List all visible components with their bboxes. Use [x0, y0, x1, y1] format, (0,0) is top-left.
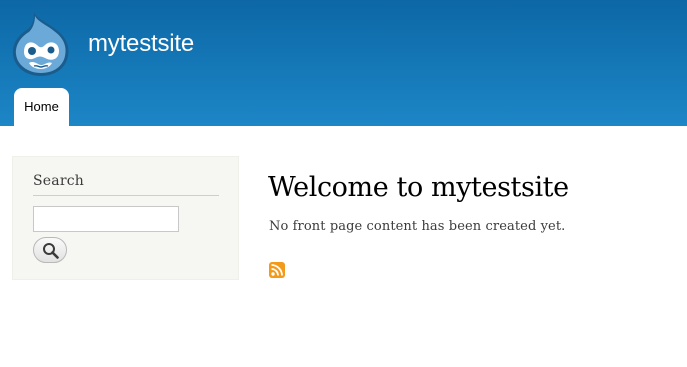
site-logo[interactable] [10, 10, 72, 78]
sidebar-search-block: Search [12, 156, 239, 280]
main-menu: Home [14, 88, 69, 126]
search-input[interactable] [33, 206, 179, 232]
drupal-logo-icon [12, 12, 69, 76]
search-block-title: Search [33, 173, 84, 189]
site-header: mytestsite Home [0, 0, 687, 126]
search-button[interactable] [33, 237, 67, 263]
rss-icon [269, 262, 285, 278]
menu-item-home: Home [14, 88, 69, 126]
page-title: Welcome to mytestsite [268, 172, 569, 203]
magnifier-icon [43, 243, 59, 259]
front-page-message: No front page content has been created y… [269, 219, 566, 234]
site-name[interactable]: mytestsite [88, 28, 194, 60]
search-title-divider [33, 195, 219, 196]
rss-feed-link[interactable] [269, 262, 285, 278]
menu-tab-home[interactable]: Home [14, 88, 69, 126]
